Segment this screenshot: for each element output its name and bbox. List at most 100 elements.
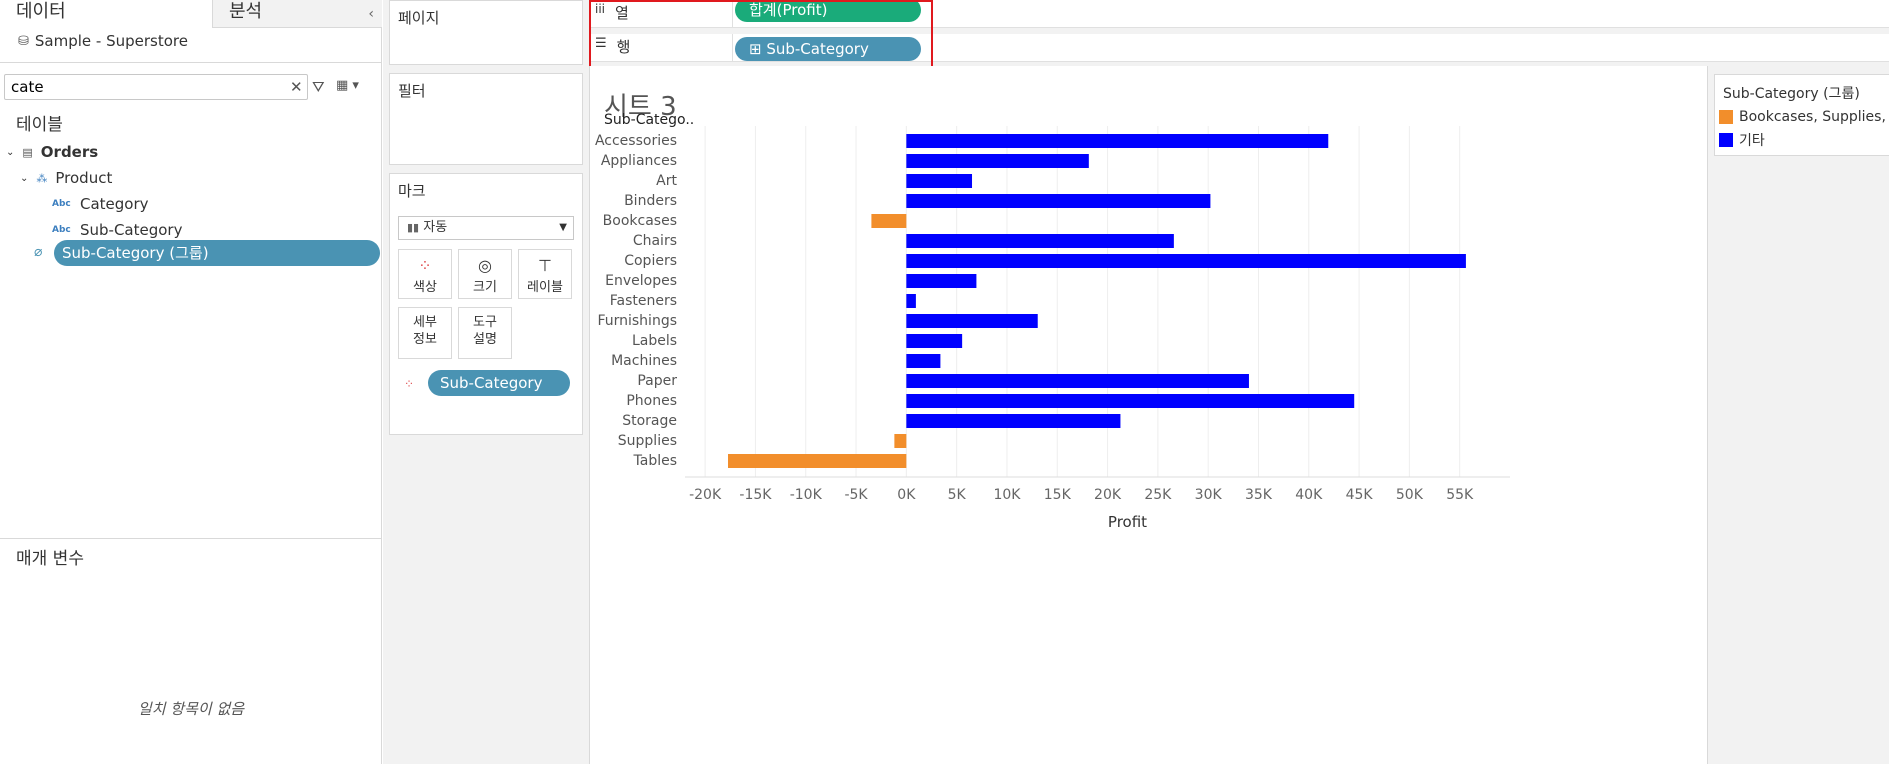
- tab-analysis-label: 분석: [229, 1, 263, 22]
- pages-card-title: 페이지: [398, 9, 440, 27]
- filter-icon[interactable]: ⛛: [312, 78, 325, 96]
- x-tick-label: 50K: [1396, 487, 1424, 503]
- size-circles-icon: ◎: [478, 256, 492, 275]
- x-tick-label: 0K: [897, 487, 916, 503]
- marks-tooltip-line2: 설명: [473, 332, 497, 347]
- bar-chart: Sub-Catego.. Accessories Appliances Art Bind…: [595, 112, 1510, 531]
- bar: [906, 374, 1249, 388]
- tree-label-orders: Orders: [40, 143, 99, 161]
- marks-color-button[interactable]: ⁘ 색상: [398, 249, 452, 299]
- category-label: Bookcases: [603, 213, 677, 229]
- text-t-icon: ⊤: [538, 256, 552, 275]
- mark-type-label: 자동: [423, 220, 448, 235]
- color-legend[interactable]: Sub-Category (그룹) Bookcases, Supplies, T…: [1714, 74, 1889, 156]
- collapse-left-icon[interactable]: ‹: [368, 2, 374, 26]
- marks-tooltip-line1: 도구: [473, 315, 497, 330]
- chevron-down-icon[interactable]: ⌄: [20, 173, 28, 184]
- row-header: Sub-Catego..: [604, 112, 694, 128]
- view-options-icon[interactable]: ▦ ▾: [336, 78, 359, 93]
- datasource-label: Sample - Superstore: [34, 32, 188, 50]
- section-tables: 테이블: [16, 115, 63, 135]
- category-label: Art: [656, 173, 677, 189]
- highlight-box: [589, 0, 933, 68]
- x-tick-label: 5K: [948, 487, 967, 503]
- field-sub-category-group[interactable]: Sub-Category (그룹): [54, 240, 380, 266]
- marks-tooltip-button[interactable]: 도구 설명: [458, 307, 512, 359]
- tab-analysis[interactable]: 분석 ‹: [212, 0, 382, 28]
- string-field-icon: Abc: [52, 199, 71, 209]
- marks-card-title: 마크: [398, 182, 426, 200]
- bar: [906, 234, 1174, 248]
- x-axis-title: Profit: [1108, 513, 1147, 531]
- legend-item-label: 기타: [1739, 133, 1765, 149]
- string-field-icon: Abc: [52, 225, 71, 235]
- data-pane: 데이터 분석 ‹ ⛁ Sample - Superstore ✕ ⛛ ▦ ▾ 테…: [0, 0, 382, 764]
- bar: [906, 334, 963, 348]
- category-label: Paper: [637, 373, 677, 389]
- x-tick-label: -10K: [790, 487, 823, 503]
- marks-label-button[interactable]: ⊤ 레이블: [518, 249, 572, 299]
- legend-item-label: Bookcases, Supplies, Tables: [1739, 109, 1889, 125]
- category-label: Furnishings: [597, 313, 677, 329]
- category-label: Storage: [622, 413, 677, 429]
- bar: [906, 394, 1355, 408]
- category-label: Accessories: [595, 133, 677, 149]
- clear-icon[interactable]: ✕: [290, 78, 303, 96]
- legend-swatch: [1719, 133, 1733, 147]
- pages-card[interactable]: 페이지: [389, 0, 583, 65]
- x-tick-label: 45K: [1346, 487, 1374, 503]
- tab-data[interactable]: 데이터: [0, 0, 212, 28]
- category-label: Machines: [611, 353, 677, 369]
- bar: [871, 214, 907, 228]
- tree-item-sub-category[interactable]: Abc Sub-Category: [52, 218, 182, 242]
- tree-item-product[interactable]: ⌄ ⁂ Product: [20, 166, 112, 190]
- group-paperclip-icon: ⌀: [34, 244, 43, 260]
- marks-detail-button[interactable]: 세부 정보: [398, 307, 452, 359]
- x-tick-label: 10K: [993, 487, 1021, 503]
- table-icon: ▤: [22, 145, 33, 159]
- chevron-down-icon: ▼: [559, 222, 567, 233]
- category-label: Binders: [624, 193, 677, 209]
- view-canvas: 시트 3 Sub-Catego.. Accessories Appliances Ar…: [589, 66, 1707, 764]
- marks-detail-line2: 정보: [413, 332, 437, 347]
- bar: [906, 134, 1329, 148]
- bar: [728, 454, 907, 468]
- marks-color-pill[interactable]: Sub-Category (..: [428, 370, 570, 418]
- tree-label-sub-category: Sub-Category: [80, 221, 183, 239]
- category-label: Tables: [633, 453, 678, 469]
- color-dots-icon: ⁘: [404, 377, 415, 391]
- search-input[interactable]: [4, 74, 308, 100]
- x-tick-label: 20K: [1094, 487, 1122, 503]
- tree-item-orders[interactable]: ⌄ ▤ Orders: [6, 140, 98, 164]
- category-label: Copiers: [624, 253, 677, 269]
- section-parameters: 매개 변수: [16, 549, 84, 569]
- bar: [906, 154, 1089, 168]
- datasource-item[interactable]: ⛁ Sample - Superstore: [18, 32, 188, 50]
- bar: [906, 294, 916, 308]
- chevron-down-icon[interactable]: ⌄: [6, 147, 14, 158]
- x-tick-label: -20K: [689, 487, 722, 503]
- x-tick-label: 40K: [1295, 487, 1323, 503]
- category-label: Labels: [632, 333, 677, 349]
- x-tick-label: 30K: [1195, 487, 1223, 503]
- legend-swatch: [1719, 110, 1733, 124]
- marks-color-label: 색상: [413, 280, 437, 295]
- legend-item[interactable]: 기타: [1719, 130, 1765, 150]
- marks-label-label: 레이블: [527, 280, 563, 295]
- datasource-icon: ⛁: [18, 33, 29, 49]
- x-tick-label: 35K: [1245, 487, 1273, 503]
- marks-detail-line1: 세부: [413, 315, 437, 330]
- filters-card[interactable]: 필터: [389, 73, 583, 165]
- marks-size-button[interactable]: ◎ 크기: [458, 249, 512, 299]
- x-tick-label: 55K: [1446, 487, 1474, 503]
- category-label: Envelopes: [605, 273, 677, 289]
- tree-item-category[interactable]: Abc Category: [52, 192, 149, 216]
- legend-item[interactable]: Bookcases, Supplies, Tables: [1719, 109, 1889, 125]
- bar: [906, 174, 973, 188]
- bar: [906, 414, 1121, 428]
- bar: [906, 274, 977, 288]
- mark-type-select[interactable]: ▮▮ 자동 ▼: [398, 216, 574, 240]
- category-label: Supplies: [618, 433, 677, 449]
- tree-label-category: Category: [80, 195, 149, 213]
- x-tick-label: 25K: [1144, 487, 1172, 503]
